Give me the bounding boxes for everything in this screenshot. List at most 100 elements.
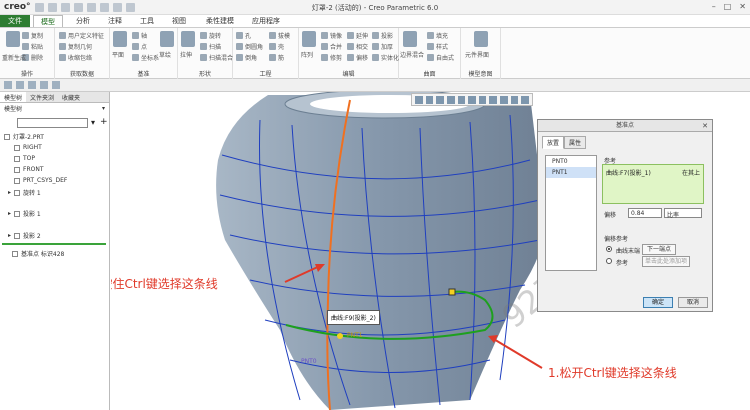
regen-label[interactable]: 重新生成 <box>2 53 26 62</box>
ok-button[interactable]: 确定 <box>643 297 673 308</box>
settings-icon[interactable] <box>28 81 36 89</box>
component-interface-icon[interactable] <box>474 31 488 47</box>
insert-indicator[interactable] <box>2 243 106 245</box>
zoom-in-icon[interactable] <box>425 96 434 104</box>
expand-icon[interactable]: ▸ <box>8 232 11 239</box>
mirror-button[interactable]: 镜像 <box>321 31 342 40</box>
zoom-out-icon[interactable] <box>436 96 444 104</box>
tab-flexible-modeling[interactable]: 柔性建模 <box>200 15 240 27</box>
layer-icon[interactable] <box>16 81 24 89</box>
close-icon[interactable]: ✕ <box>739 2 746 11</box>
tab-annotate[interactable]: 注释 <box>102 15 128 27</box>
tree-item-revolve[interactable]: ▸ 旋转 1 <box>8 188 41 197</box>
freestyle-button[interactable]: 自由式 <box>427 53 454 62</box>
add-icon[interactable]: + <box>100 117 108 127</box>
close-icon[interactable]: ✕ <box>702 120 708 132</box>
tab-view[interactable]: 视图 <box>166 15 192 27</box>
axis-button[interactable]: 轴 <box>132 31 147 40</box>
expand-icon[interactable]: ▸ <box>8 210 11 217</box>
tree-item-datum-point[interactable]: 基准点 标识428 <box>12 249 64 258</box>
csys-button[interactable]: 坐标系 <box>132 53 159 62</box>
pattern-label[interactable]: 阵列 <box>301 50 313 59</box>
thicken-button[interactable]: 加厚 <box>372 42 393 51</box>
list-item-selected[interactable]: PNT1 <box>546 167 596 178</box>
extrude-label[interactable]: 拉伸 <box>180 50 192 59</box>
maximize-icon[interactable]: □ <box>724 2 732 11</box>
reference-collector[interactable]: 曲线:F7(投影_1) 在其上 <box>602 164 704 204</box>
cancel-button[interactable]: 取消 <box>678 297 708 308</box>
tree-item-project1[interactable]: ▸ 投影 1 <box>8 209 41 218</box>
boundary-blend-label[interactable]: 边界混合 <box>400 50 424 59</box>
refit-icon[interactable] <box>415 96 423 104</box>
search-filter-icon[interactable]: ▾ <box>91 118 95 127</box>
view-manager-icon[interactable] <box>478 96 487 104</box>
swept-blend-button[interactable]: 扫描混合 <box>200 53 233 62</box>
style-button[interactable]: 样式 <box>427 42 448 51</box>
plane-icon[interactable] <box>113 31 127 47</box>
tab-analysis[interactable]: 分析 <box>70 15 96 27</box>
reference-type[interactable]: 在其上 <box>682 168 700 177</box>
fill-button[interactable]: 填充 <box>427 31 448 40</box>
tree-item-top[interactable]: TOP <box>14 155 35 162</box>
saved-views-icon[interactable] <box>468 96 476 104</box>
tree-settings-icon[interactable]: ▾ <box>102 105 105 112</box>
tab-file[interactable]: 文件 <box>0 15 30 27</box>
tree-item-project2[interactable]: ▸ 投影 2 <box>8 231 41 240</box>
annotation-display-icon[interactable] <box>510 96 519 104</box>
offset-button[interactable]: 偏移 <box>347 53 368 62</box>
hole-button[interactable]: 孔 <box>236 31 251 40</box>
rib-button[interactable]: 筋 <box>269 53 284 62</box>
paste-button[interactable]: 粘贴 <box>22 42 43 51</box>
regenerate-icon[interactable] <box>6 31 20 47</box>
expand-icon[interactable]: ▸ <box>8 189 11 196</box>
user-defined-feature-button[interactable]: 用户定义特征 <box>59 31 104 40</box>
tree-item-right[interactable]: RIGHT <box>14 144 42 151</box>
sketch-label[interactable]: 草绘 <box>159 50 171 59</box>
tab-model[interactable]: 模型 <box>33 15 63 27</box>
tab-model-tree[interactable]: 模型树 <box>0 92 27 102</box>
project-button[interactable]: 投影 <box>372 31 393 40</box>
curve-end-radio[interactable] <box>606 246 612 252</box>
repaint-icon[interactable] <box>446 96 455 104</box>
tree-item-csys[interactable]: PRT_CSYS_DEF <box>14 177 67 184</box>
reference-radio[interactable] <box>606 258 612 264</box>
sweep-button[interactable]: 扫描 <box>200 42 221 51</box>
round-button[interactable]: 倒圆角 <box>236 42 263 51</box>
offset-input[interactable]: 0.84 <box>628 208 662 218</box>
tree-toggle-icon[interactable] <box>4 81 12 89</box>
chamfer-button[interactable]: 倒角 <box>236 53 257 62</box>
draft-button[interactable]: 拔模 <box>269 31 290 40</box>
offset-type-select[interactable]: 比率 <box>664 208 702 219</box>
copy-geometry-button[interactable]: 复制几何 <box>59 42 92 51</box>
intersect-button[interactable]: 相交 <box>347 42 368 51</box>
trim-button[interactable]: 修剪 <box>321 53 342 62</box>
sketch-icon[interactable] <box>160 31 174 47</box>
shrinkwrap-button[interactable]: 收缩包络 <box>59 53 92 62</box>
tab-applications[interactable]: 应用程序 <box>246 15 286 27</box>
component-interface-label[interactable]: 元件界面 <box>465 50 489 59</box>
perspective-icon[interactable] <box>489 96 498 104</box>
copy-button[interactable]: 复制 <box>22 31 43 40</box>
tab-favorites[interactable]: 收藏夹 <box>58 92 84 102</box>
solidify-button[interactable]: 实体化 <box>372 53 399 62</box>
datum-display-icon[interactable] <box>500 96 508 104</box>
display-icon[interactable] <box>52 81 60 89</box>
extend-button[interactable]: 延伸 <box>347 31 368 40</box>
minimize-icon[interactable]: – <box>712 2 716 11</box>
display-style-icon[interactable] <box>457 96 466 104</box>
revolve-button[interactable]: 旋转 <box>200 31 221 40</box>
list-item[interactable]: PNT0 <box>546 156 596 167</box>
tab-placement[interactable]: 放置 <box>542 136 565 149</box>
tab-tools[interactable]: 工具 <box>134 15 160 27</box>
tree-search-input[interactable] <box>17 118 88 128</box>
pattern-icon[interactable] <box>302 31 316 47</box>
extrude-icon[interactable] <box>181 31 195 47</box>
spin-center-icon[interactable] <box>521 96 530 104</box>
next-endpoint-button[interactable]: 下一端点 <box>642 244 676 255</box>
add-item-field[interactable]: 单击此处添加项 <box>642 256 690 267</box>
plane-label[interactable]: 平面 <box>112 50 124 59</box>
tab-properties[interactable]: 属性 <box>564 136 587 149</box>
boundary-blend-icon[interactable] <box>403 31 417 47</box>
tree-item-front[interactable]: FRONT <box>14 166 44 173</box>
filter-icon[interactable] <box>40 81 48 89</box>
